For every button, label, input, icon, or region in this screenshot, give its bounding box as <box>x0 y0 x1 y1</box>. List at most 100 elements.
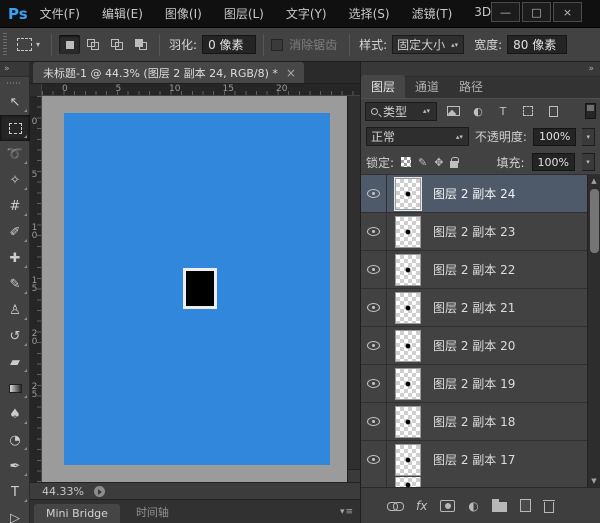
menu-item[interactable]: 文件(F) <box>40 5 80 22</box>
visibility-eye-icon[interactable] <box>367 341 380 350</box>
layer-thumbnail[interactable] <box>395 330 421 362</box>
scroll-down-icon[interactable]: ▼ <box>591 475 596 487</box>
visibility-eye-icon[interactable] <box>367 455 380 464</box>
layer-thumbnail[interactable] <box>395 368 421 400</box>
canvas[interactable] <box>64 113 330 465</box>
status-info-icon[interactable] <box>94 486 105 497</box>
document-tab[interactable]: 未标题-1 @ 44.3% (图层 2 副本 24, RGB/8) * × <box>33 62 304 83</box>
move-tool[interactable]: ↖ <box>0 89 30 115</box>
type-tool[interactable]: T <box>0 479 30 505</box>
menu-item[interactable]: 图像(I) <box>165 5 202 22</box>
menu-item[interactable]: 图层(L) <box>224 5 264 22</box>
visibility-eye-icon[interactable] <box>367 417 380 426</box>
图层[interactable]: 图层 <box>361 75 405 98</box>
layer-row[interactable]: 图层 2 副本 20 <box>361 327 587 365</box>
zoom-level[interactable]: 44.33% <box>42 485 84 498</box>
tool-preset-picker[interactable]: ▾ <box>13 36 44 53</box>
fill-value[interactable]: 100% <box>532 153 575 171</box>
visibility-eye-icon[interactable] <box>367 189 380 198</box>
menu-item[interactable]: 编辑(E) <box>102 5 143 22</box>
layer-row[interactable]: 图层 2 副本 17 <box>361 441 587 479</box>
filter-image-button[interactable] <box>444 103 462 119</box>
canvas-pasteboard[interactable] <box>42 96 347 482</box>
eraser-tool[interactable]: ▰ <box>0 349 30 375</box>
layer-thumbnail[interactable] <box>395 406 421 438</box>
layers-scrollbar[interactable]: ▲ ▼ <box>587 175 600 487</box>
add-layer-mask-button[interactable] <box>440 500 455 512</box>
close-button[interactable]: × <box>553 2 582 22</box>
tab-close-icon[interactable]: × <box>286 66 296 80</box>
filter-shape-button[interactable] <box>519 103 537 119</box>
layer-row[interactable]: 图层 2 副本 22 <box>361 251 587 289</box>
layer-row[interactable]: 图层 2 副本 21 <box>361 289 587 327</box>
clone-stamp-tool[interactable]: ♙ <box>0 297 30 323</box>
layer-thumbnail[interactable] <box>395 178 421 210</box>
panel-menu-icon[interactable]: ▾≡ <box>340 507 354 517</box>
subtract-from-selection-button[interactable] <box>107 35 128 54</box>
filter-toggle-switch[interactable] <box>585 103 596 119</box>
style-select[interactable]: 固定大小 ▴▾ <box>392 35 464 54</box>
black-square-layer-object[interactable] <box>183 268 217 309</box>
link-layers-button[interactable] <box>387 502 403 510</box>
new-selection-button[interactable] <box>59 35 80 54</box>
opacity-dropdown-icon[interactable]: ▾ <box>582 128 595 146</box>
toolbar-collapse-button[interactable]: » <box>0 62 29 77</box>
scroll-up-icon[interactable]: ▲ <box>591 175 596 187</box>
opacity-value[interactable]: 100% <box>533 128 576 146</box>
menu-item[interactable]: 文字(Y) <box>286 5 327 22</box>
maximize-button[interactable]: □ <box>522 2 551 22</box>
antialias-checkbox[interactable] <box>271 39 283 51</box>
visibility-eye-icon[interactable] <box>367 379 380 388</box>
minimize-button[interactable]: — <box>491 2 520 22</box>
visibility-eye-icon[interactable] <box>367 227 380 236</box>
layer-thumbnail[interactable] <box>395 444 421 476</box>
ruler-corner[interactable] <box>30 84 42 96</box>
healing-brush-tool[interactable]: ✚ <box>0 245 30 271</box>
blend-mode-select[interactable]: 正常 ▴▾ <box>366 127 469 146</box>
rect-marquee-tool[interactable] <box>0 115 30 141</box>
fill-dropdown-icon[interactable]: ▾ <box>582 153 595 171</box>
layer-thumbnail[interactable] <box>395 216 421 248</box>
lock-transparency-icon[interactable] <box>401 157 411 167</box>
filter-kind-select[interactable]: 类型 ▴▾ <box>365 102 437 121</box>
layer-style-button[interactable]: fx <box>416 499 427 513</box>
tab-mini-bridge[interactable]: Mini Bridge <box>34 504 120 523</box>
layer-thumbnail[interactable] <box>395 292 421 324</box>
通道[interactable]: 通道 <box>405 75 449 98</box>
toolbar-grip[interactable] <box>7 79 22 87</box>
lock-position-icon[interactable]: ✥ <box>434 156 443 169</box>
tab-timeline[interactable]: 时间轴 <box>124 501 181 523</box>
new-group-button[interactable] <box>492 499 507 512</box>
width-input[interactable]: 80 像素 <box>507 35 567 54</box>
adjustment-layer-button[interactable]: ◐ <box>468 499 478 513</box>
new-layer-button[interactable] <box>520 499 531 512</box>
dodge-tool[interactable]: ◔ <box>0 427 30 453</box>
feather-input[interactable]: 0 像素 <box>202 35 256 54</box>
filter-smart-object-button[interactable] <box>544 103 562 119</box>
scrollbar-thumb[interactable] <box>590 189 599 253</box>
filter-adjustment-button[interactable]: ◐ <box>469 103 487 119</box>
blur-tool[interactable]: ♠ <box>0 401 30 427</box>
filter-type-button[interactable]: T <box>494 103 512 119</box>
eyedropper-tool[interactable]: ✐ <box>0 219 30 245</box>
brush-tool[interactable]: ✎ <box>0 271 30 297</box>
horizontal-ruler[interactable]: 05101520 <box>42 84 360 95</box>
layer-row[interactable]: 图层 2 副本 24 <box>361 175 587 213</box>
menu-item[interactable]: 选择(S) <box>349 5 390 22</box>
history-brush-tool[interactable]: ↺ <box>0 323 30 349</box>
path-selection-tool[interactable]: ▷ <box>0 505 30 523</box>
layer-row[interactable]: 图层 2 副本 23 <box>361 213 587 251</box>
路径[interactable]: 路径 <box>449 75 493 98</box>
menu-item[interactable]: 滤镜(T) <box>412 5 453 22</box>
document-scrollbar[interactable] <box>347 96 360 482</box>
lock-all-icon[interactable] <box>450 161 458 168</box>
layer-thumbnail[interactable] <box>395 477 421 487</box>
layer-row[interactable]: 图层 2 副本 19 <box>361 365 587 403</box>
layer-row[interactable]: 图层 2 副本 18 <box>361 403 587 441</box>
crop-tool[interactable]: # <box>0 193 30 219</box>
add-to-selection-button[interactable] <box>83 35 104 54</box>
gradient-tool[interactable] <box>0 375 30 401</box>
intersect-selection-button[interactable] <box>131 35 152 54</box>
delete-layer-button[interactable] <box>544 499 554 513</box>
magic-wand-tool[interactable]: ✧ <box>0 167 30 193</box>
